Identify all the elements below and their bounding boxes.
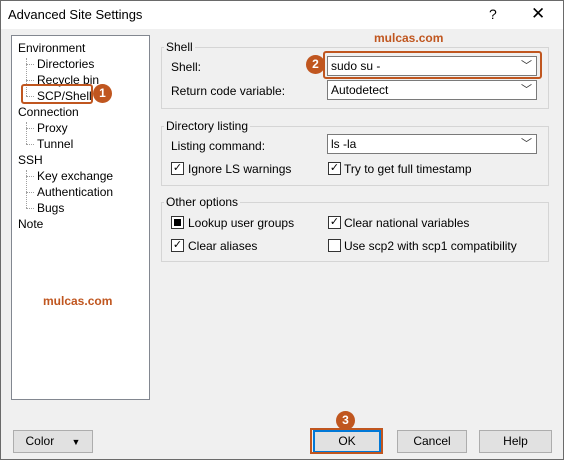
tree-item-connection[interactable]: Connection (18, 105, 79, 119)
clear-national-variables-label: Clear national variables (344, 216, 470, 230)
full-timestamp-checkbox[interactable]: ✓ (328, 162, 341, 175)
return-code-combo[interactable]: Autodetect ﹀ (327, 80, 537, 100)
directory-listing-title: Directory listing (164, 119, 251, 133)
tree-connector (26, 144, 34, 145)
clear-national-variables-checkbox[interactable]: ✓ (328, 216, 341, 229)
tree-item-environment[interactable]: Environment (18, 41, 85, 55)
other-options-group (161, 202, 549, 262)
advanced-site-settings-dialog: Advanced Site Settings ? ✕ Environment D… (0, 0, 564, 460)
tree-connector (26, 128, 34, 129)
tree-item-key-exchange[interactable]: Key exchange (37, 169, 113, 183)
tree-item-proxy[interactable]: Proxy (37, 121, 68, 135)
caret-down-icon: ▼ (71, 437, 81, 447)
tree-connector (26, 122, 27, 144)
help-icon[interactable]: ? (489, 6, 497, 22)
ignore-ls-warnings-checkbox[interactable]: ✓ (171, 162, 184, 175)
tree-connector (26, 176, 34, 177)
tree-item-tunnel[interactable]: Tunnel (37, 137, 73, 151)
chevron-down-icon: ﹀ (521, 138, 532, 150)
shell-label: Shell: (171, 60, 202, 74)
step-badge-3: 3 (336, 411, 355, 430)
ignore-ls-warnings-label: Ignore LS warnings (188, 162, 292, 176)
selected-item-highlight (21, 84, 93, 104)
step-badge-2: 2 (306, 55, 325, 74)
clear-aliases-label: Clear aliases (188, 239, 258, 253)
watermark-text: mulcas.com (43, 294, 113, 308)
close-icon[interactable]: ✕ (531, 4, 545, 24)
help-button[interactable]: Help (479, 430, 552, 453)
listing-command-value: ls -la (331, 137, 357, 151)
title-bar: Advanced Site Settings ? ✕ (1, 1, 563, 29)
return-code-label: Return code variable: (171, 84, 286, 98)
color-button[interactable]: Color ▼ (13, 430, 93, 453)
step-badge-1: 1 (93, 84, 112, 103)
color-button-label: Color (25, 434, 55, 448)
scp2-compat-label: Use scp2 with scp1 compatibility (344, 239, 517, 253)
tree-item-bugs[interactable]: Bugs (37, 201, 64, 215)
ok-highlight (310, 428, 383, 454)
tree-item-note[interactable]: Note (18, 217, 43, 231)
listing-command-combo[interactable]: ls -la ﹀ (327, 134, 537, 154)
tree-connector (26, 208, 34, 209)
tree-connector (26, 192, 34, 193)
tree-item-authentication[interactable]: Authentication (37, 185, 113, 199)
window-title: Advanced Site Settings (8, 7, 143, 22)
tree-connector (26, 64, 34, 65)
clear-aliases-checkbox[interactable]: ✓ (171, 239, 184, 252)
return-code-value: Autodetect (331, 83, 389, 97)
other-options-title: Other options (164, 195, 241, 209)
scp2-compat-checkbox[interactable] (328, 239, 341, 252)
tree-item-directories[interactable]: Directories (37, 57, 94, 71)
cancel-button[interactable]: Cancel (397, 430, 467, 453)
shell-highlight (323, 51, 542, 79)
full-timestamp-label: Try to get full timestamp (344, 162, 472, 176)
lookup-user-groups-checkbox[interactable] (171, 216, 184, 229)
tree-item-ssh[interactable]: SSH (18, 153, 43, 167)
tree-connector (26, 80, 34, 81)
watermark-text: mulcas.com (374, 31, 444, 45)
listing-command-label: Listing command: (171, 139, 266, 153)
lookup-user-groups-label: Lookup user groups (188, 216, 295, 230)
shell-group-title: Shell (164, 40, 195, 54)
chevron-down-icon: ﹀ (521, 84, 532, 96)
